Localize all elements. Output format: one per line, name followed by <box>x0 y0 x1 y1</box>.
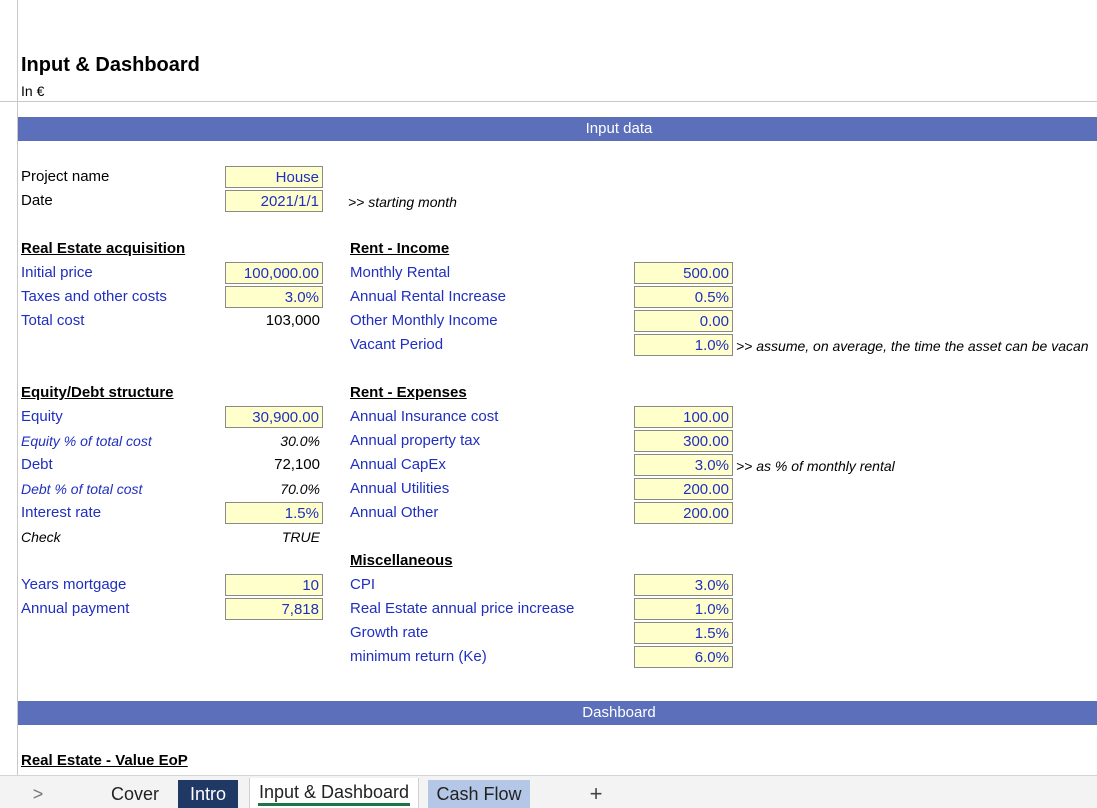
years-mortgage-cell[interactable]: 10 <box>225 574 323 596</box>
tab-cover[interactable]: Cover <box>95 780 175 808</box>
vacant-period-label: Vacant Period <box>350 336 444 353</box>
vacant-note: >> assume, on average, the time the asse… <box>736 338 1089 354</box>
insurance-label: Annual Insurance cost <box>350 408 499 425</box>
debt-pct-cell[interactable]: 70.0% <box>225 478 323 500</box>
taxes-label: Taxes and other costs <box>21 288 167 305</box>
years-mortgage-label: Years mortgage <box>21 576 127 593</box>
dashboard-band-label: Dashboard <box>582 704 656 721</box>
re-increase-cell[interactable]: 1.0% <box>634 598 733 620</box>
other-expense-cell[interactable]: 200.00 <box>634 502 733 524</box>
check-label: Check <box>21 529 61 545</box>
growth-rate-label: Growth rate <box>350 624 429 641</box>
monthly-rental-cell[interactable]: 500.00 <box>634 262 733 284</box>
ke-label: minimum return (Ke) <box>350 648 487 665</box>
equity-pct-label: Equity % of total cost <box>21 433 152 449</box>
total-cost-label: Total cost <box>21 312 85 329</box>
acquisition-heading: Real Estate acquisition <box>21 240 186 257</box>
re-value-heading: Real Estate - Value EoP <box>21 752 188 769</box>
annual-payment-label: Annual payment <box>21 600 130 617</box>
tab-cash-flow[interactable]: Cash Flow <box>428 780 530 808</box>
insurance-cell[interactable]: 100.00 <box>634 406 733 428</box>
property-tax-cell[interactable]: 300.00 <box>634 430 733 452</box>
total-cost-cell[interactable]: 103,000 <box>225 310 323 332</box>
rent-income-heading: Rent - Income <box>350 240 450 257</box>
annual-payment-cell[interactable]: 7,818 <box>225 598 323 620</box>
debt-label: Debt <box>21 456 53 473</box>
check-cell[interactable]: TRUE <box>225 526 323 548</box>
equity-label: Equity <box>21 408 63 425</box>
capex-note: >> as % of monthly rental <box>736 458 895 474</box>
page-title: Input & Dashboard <box>21 54 200 76</box>
equity-debt-heading: Equity/Debt structure <box>21 384 174 401</box>
equity-pct-cell[interactable]: 30.0% <box>225 430 323 452</box>
cpi-cell[interactable]: 3.0% <box>634 574 733 596</box>
capex-label: Annual CapEx <box>350 456 446 473</box>
monthly-rental-label: Monthly Rental <box>350 264 451 281</box>
project-name-cell[interactable]: House <box>225 166 323 188</box>
add-sheet-icon[interactable]: + <box>584 780 608 808</box>
tab-input-dashboard[interactable]: Input & Dashboard <box>249 778 419 808</box>
date-note: >> starting month <box>348 194 457 210</box>
rental-increase-label: Annual Rental Increase <box>350 288 506 305</box>
utilities-cell[interactable]: 200.00 <box>634 478 733 500</box>
project-name-label: Project name <box>21 168 110 185</box>
other-expense-label: Annual Other <box>350 504 439 521</box>
interest-rate-cell[interactable]: 1.5% <box>225 502 323 524</box>
equity-cell[interactable]: 30,900.00 <box>225 406 323 428</box>
property-tax-label: Annual property tax <box>350 432 481 449</box>
vacant-period-cell[interactable]: 1.0% <box>634 334 733 356</box>
other-income-cell[interactable]: 0.00 <box>634 310 733 332</box>
initial-price-label: Initial price <box>21 264 93 281</box>
date-cell[interactable]: 2021/1/1 <box>225 190 323 212</box>
debt-pct-label: Debt % of total cost <box>21 481 143 497</box>
other-income-label: Other Monthly Income <box>350 312 498 329</box>
tab-input-dashboard-label: Input & Dashboard <box>258 782 410 802</box>
rental-increase-cell[interactable]: 0.5% <box>634 286 733 308</box>
debt-cell[interactable]: 72,100 <box>225 454 323 476</box>
active-tab-underline <box>258 803 410 806</box>
taxes-cell[interactable]: 3.0% <box>225 286 323 308</box>
rent-expenses-heading: Rent - Expenses <box>350 384 467 401</box>
utilities-label: Annual Utilities <box>350 480 450 497</box>
tab-scroll-right-icon[interactable]: > <box>28 780 48 808</box>
cpi-label: CPI <box>350 576 376 593</box>
input-data-band-label: Input data <box>585 120 653 137</box>
misc-heading: Miscellaneous <box>350 552 453 569</box>
ke-cell[interactable]: 6.0% <box>634 646 733 668</box>
initial-price-cell[interactable]: 100,000.00 <box>225 262 323 284</box>
interest-rate-label: Interest rate <box>21 504 102 521</box>
date-label: Date <box>21 192 53 209</box>
growth-rate-cell[interactable]: 1.5% <box>634 622 733 644</box>
sheet-tab-bar: > Cover Intro Input & Dashboard Cash Flo… <box>0 775 1097 808</box>
re-increase-label: Real Estate annual price increase <box>350 600 575 617</box>
tab-intro[interactable]: Intro <box>178 780 238 808</box>
input-data-band: Input data <box>18 117 1097 141</box>
currency-subtitle: In € <box>21 83 45 99</box>
dashboard-band: Dashboard <box>18 701 1097 725</box>
row-divider <box>0 101 1097 102</box>
capex-cell[interactable]: 3.0% <box>634 454 733 476</box>
